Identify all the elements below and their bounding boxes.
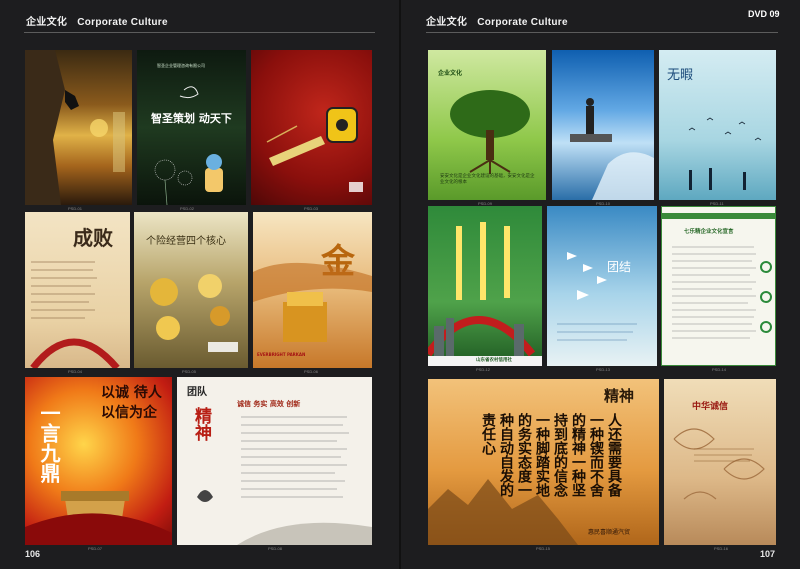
p16-swirls	[673, 428, 765, 500]
caption-p16: PSD-16	[714, 546, 729, 551]
poster-tape-measure[interactable]	[251, 50, 372, 205]
climber-illustration	[25, 50, 125, 205]
dandelion-illustration	[154, 86, 223, 205]
left-header-rule	[24, 32, 375, 33]
p14-text-lines	[662, 213, 775, 339]
caption-p12: PSD-12	[476, 367, 491, 372]
p15-mountain	[428, 479, 578, 545]
caption-p6: PSD-06	[304, 369, 319, 374]
caption-p7: PSD-07	[88, 546, 103, 551]
poster-dandelion[interactable]: 智圣企业管理咨询有限公司 智圣策划 动天下	[137, 50, 246, 205]
p4-decoration	[30, 261, 120, 368]
caption-p14: PSD-14	[712, 367, 727, 372]
p12-illustration	[428, 222, 542, 366]
caption-p13: PSD-13	[596, 367, 611, 372]
right-page-number: 107	[760, 549, 776, 559]
poster-unity[interactable]: 团结	[547, 206, 657, 366]
poster-bank[interactable]: 山东省农村信用社	[428, 206, 542, 366]
p5-gears	[150, 274, 238, 352]
right-header-rule	[426, 32, 778, 33]
poster-gold[interactable]: 金 EVERBRIGHT PARKAN	[253, 212, 372, 368]
poster-tree[interactable]: 企业文化 安安文化是企业文化建设的基础，安安文化是企业文化的根本	[428, 50, 546, 200]
caption-p8: PSD-08	[268, 546, 283, 551]
dvd-badge: DVD 09	[748, 9, 780, 19]
poster-spirit-text[interactable]: 精神 人还需要具备 一种锲而不舍 的精神一种坚 持到底的信念 一种脚踏实地 的务…	[428, 379, 659, 545]
left-page-number: 106	[25, 549, 41, 559]
p7-tripod	[25, 491, 172, 545]
caption-p4: PSD-04	[68, 369, 83, 374]
p10-illustration	[570, 98, 654, 200]
poster-integrity[interactable]: 一言九鼎 以诚 待人 以信为企	[25, 377, 172, 545]
p6-brand: EVERBRIGHT PARKAN	[257, 352, 306, 357]
poster-climber[interactable]	[25, 50, 132, 205]
poster-team-spirit[interactable]: 团队 诚信 务实 高效 创新 精神	[177, 377, 372, 545]
poster-four-cores[interactable]: 个险经营四个核心	[134, 212, 248, 368]
page-spine	[399, 0, 401, 569]
poster-horizon[interactable]	[552, 50, 654, 200]
caption-p3: PSD-03	[304, 206, 319, 211]
right-section-title: 企业文化 Corporate Culture	[426, 13, 568, 28]
p13-cranes	[557, 252, 637, 341]
p6-gold-nugget	[253, 262, 372, 342]
p11-birds	[688, 117, 762, 190]
right-section-zh: 企业文化	[426, 17, 468, 28]
left-section-en: Corporate Culture	[77, 17, 168, 28]
poster-chinese-integrity[interactable]: 中华诚信	[664, 379, 776, 545]
caption-p2: PSD-02	[180, 206, 195, 211]
left-section-title: 企业文化 Corporate Culture	[26, 13, 168, 28]
left-section-zh: 企业文化	[26, 17, 68, 28]
p8-text-lines	[197, 416, 372, 545]
poster-declaration[interactable]: 七乐精企业文化宣言	[661, 206, 776, 366]
p15-footer: 惠民喜顺通汽贸	[588, 529, 631, 536]
caption-p1: PSD-01	[68, 206, 83, 211]
caption-p5: PSD-05	[182, 369, 197, 374]
p9-text: 安安文化是企业文化建设的基础，安安文化是企业文化的根本	[440, 174, 535, 185]
right-section-en: Corporate Culture	[477, 17, 568, 28]
p12-bank: 山东省农村信用社	[476, 358, 512, 363]
caption-p15: PSD-15	[536, 546, 551, 551]
tape-measure-illustration	[266, 107, 363, 192]
poster-flawless[interactable]: 无暇	[659, 50, 776, 200]
poster-success-failure[interactable]: 成败	[25, 212, 130, 368]
